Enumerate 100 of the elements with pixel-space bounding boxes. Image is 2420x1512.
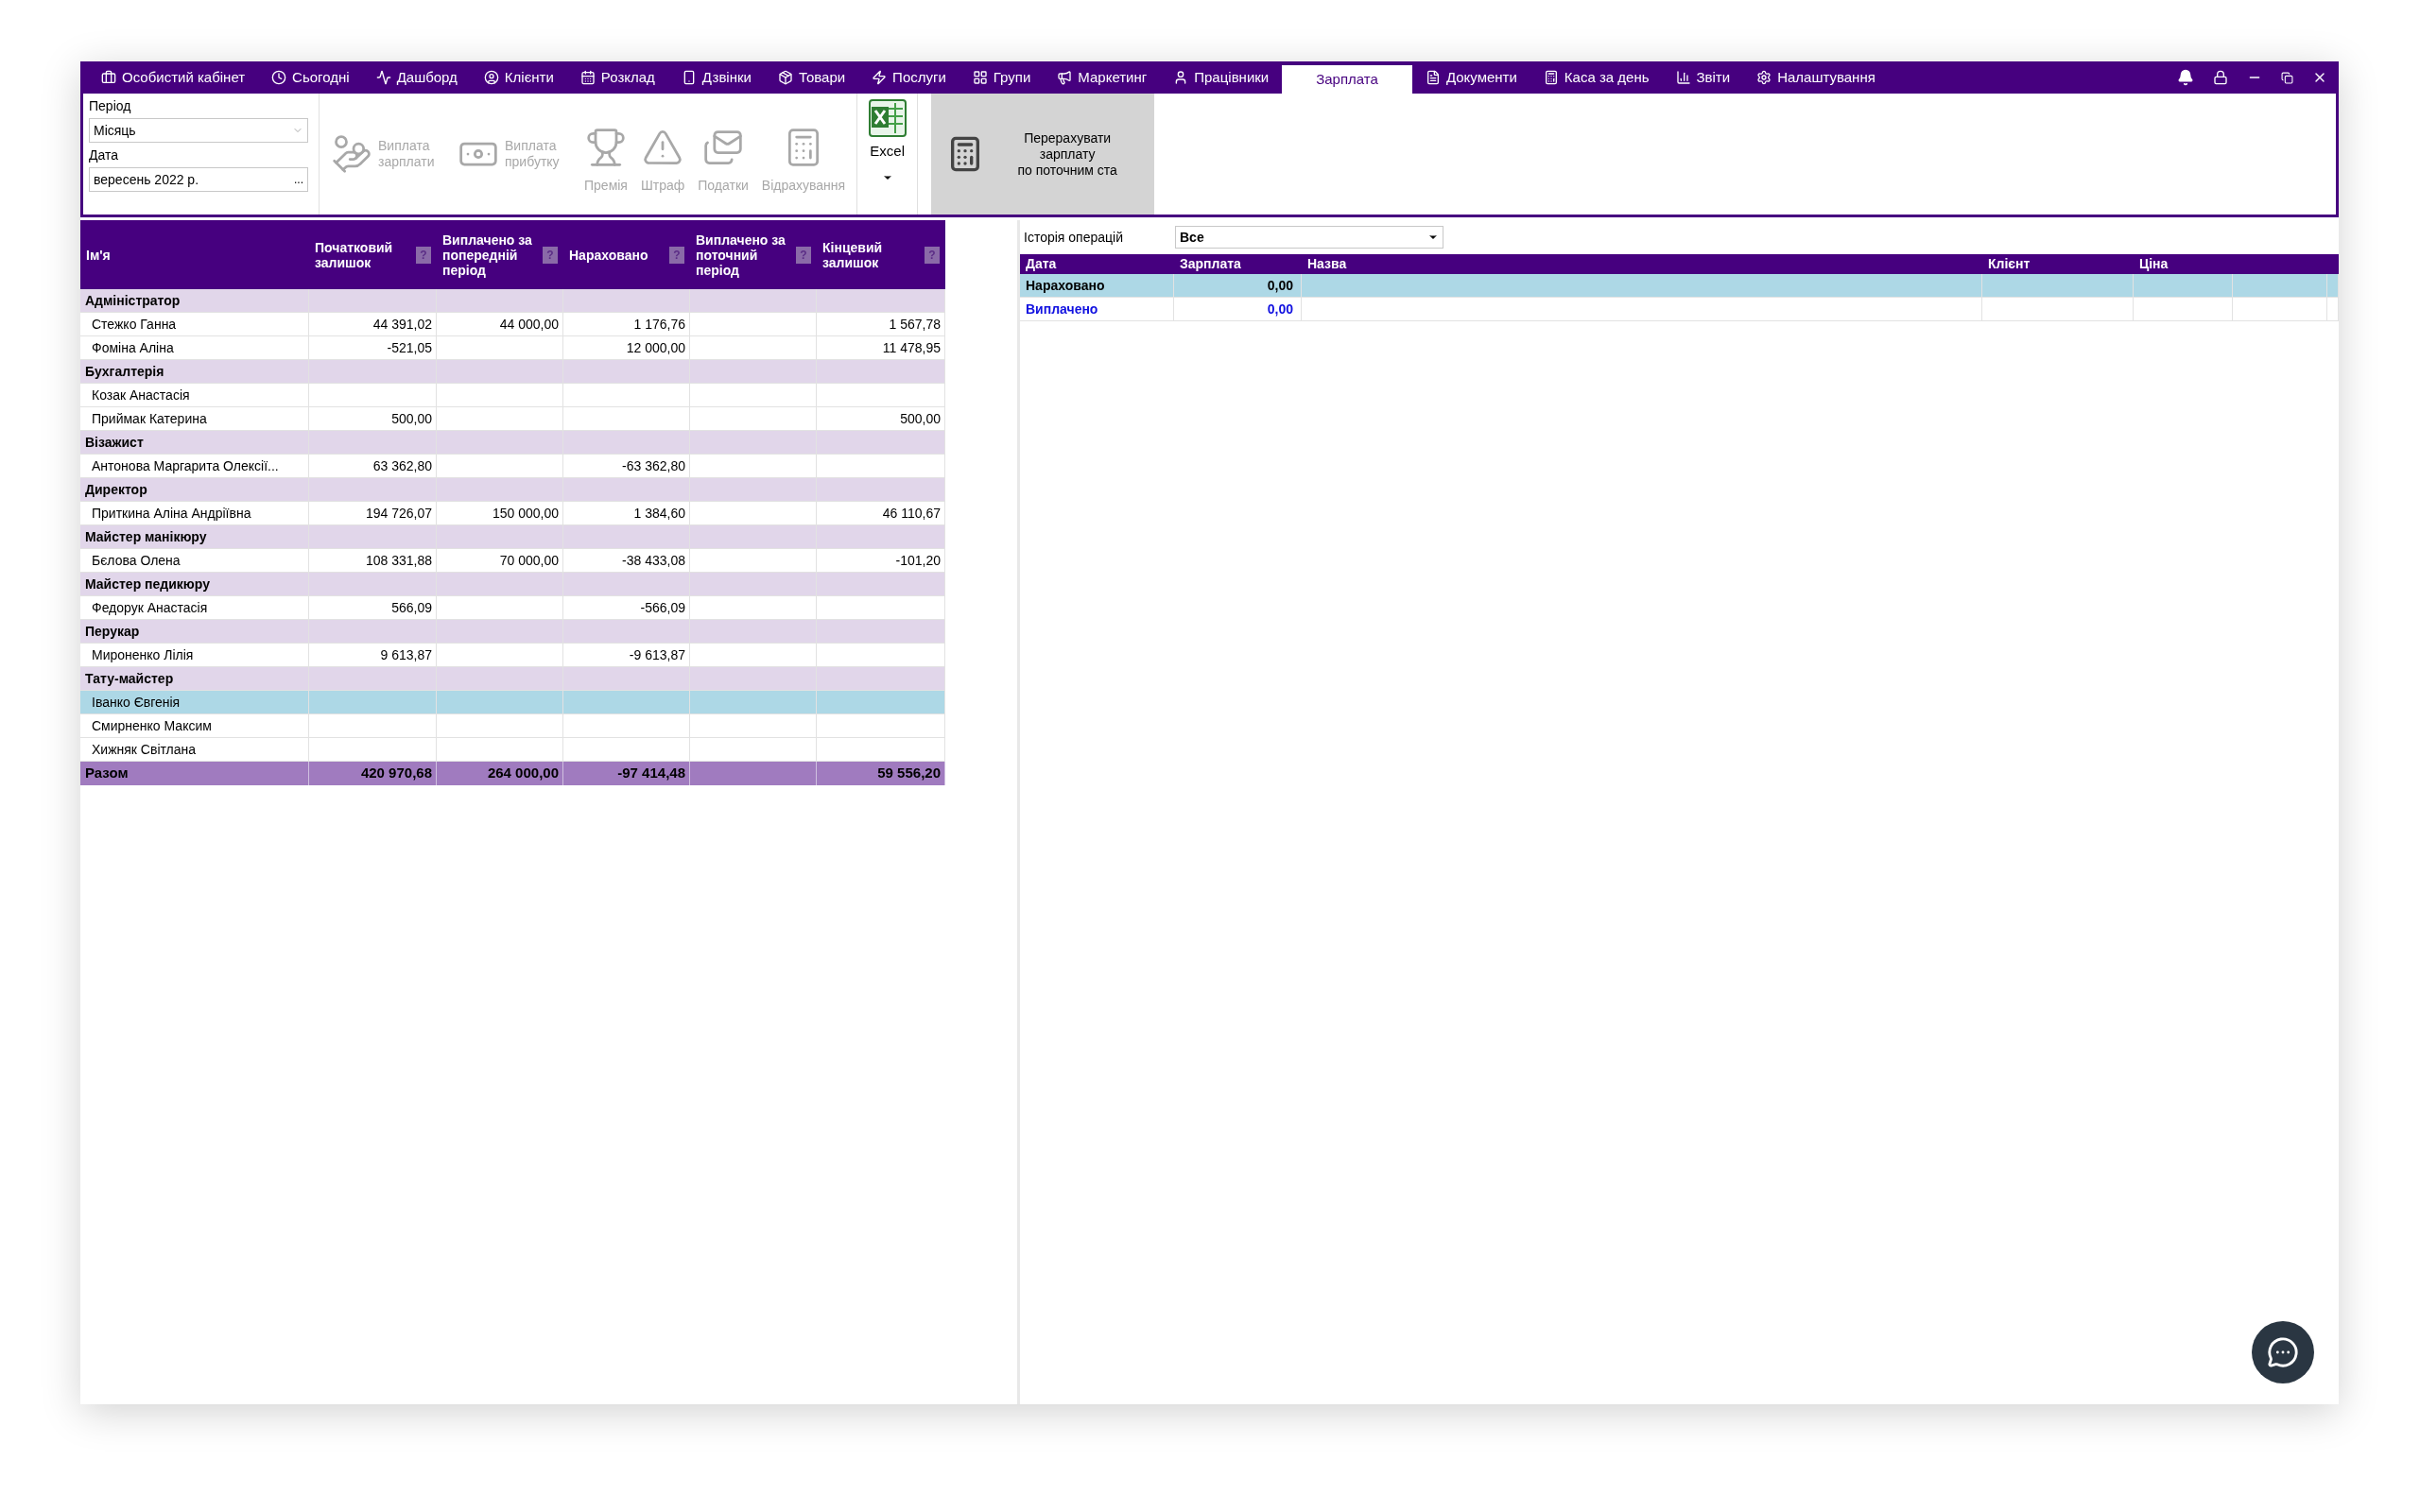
employee-row[interactable]: Фоміна Аліна -521,05 12 000,00 11 478,95 bbox=[80, 336, 945, 360]
nav-tab[interactable]: Звіти bbox=[1662, 61, 1744, 94]
employee-row[interactable]: Бєлова Олена 108 331,88 70 000,00 -38 433,08 -101,20 bbox=[80, 549, 945, 573]
amount-cell-text: 150 000,00 bbox=[492, 504, 559, 523]
amount-cell-text: -9 613,87 bbox=[629, 645, 685, 664]
employee-row[interactable]: Козак Анастасія bbox=[80, 384, 945, 407]
group-row[interactable]: Тату-майстер bbox=[80, 667, 945, 691]
employee-row[interactable]: Смирненко Максим bbox=[80, 714, 945, 738]
date-field[interactable]: вересень 2022 р. ... bbox=[89, 167, 308, 192]
employee-name: Фоміна Аліна bbox=[92, 338, 174, 357]
calendar-icon bbox=[579, 70, 596, 85]
group-row[interactable]: Директор bbox=[80, 478, 945, 502]
column-header: Нараховано bbox=[569, 247, 649, 263]
amount-cell-text: 11 478,95 bbox=[882, 338, 941, 357]
employee-row[interactable]: Стежко Ганна 44 391,02 44 000,00 1 176,76 1 567,78 bbox=[80, 313, 945, 336]
period-label: Період bbox=[89, 97, 132, 115]
nav-tab[interactable]: Розклад bbox=[566, 61, 668, 94]
column-header: Зарплата bbox=[1180, 255, 1241, 273]
group-name: Директор bbox=[85, 480, 147, 499]
nav-tab[interactable]: Сьогодні bbox=[258, 61, 363, 94]
amount-cell-text: -566,09 bbox=[640, 598, 685, 617]
column-header: Назва bbox=[1307, 255, 1347, 273]
amount-cell-text: 9 613,87 bbox=[380, 645, 432, 664]
column-header: Ціна bbox=[2139, 255, 2169, 273]
employee-name: Федорук Анастасія bbox=[92, 598, 208, 617]
amount-cell-text: 46 110,67 bbox=[882, 504, 941, 523]
history-row[interactable]: Нараховано 0,00 bbox=[1020, 274, 2339, 298]
operation-label: Виплачено bbox=[1026, 300, 1098, 318]
lock-icon[interactable] bbox=[2213, 70, 2228, 85]
employee-name: Стежко Ганна bbox=[92, 315, 177, 334]
group-row[interactable]: Адміністратор bbox=[80, 289, 945, 313]
group-name: Адміністратор bbox=[85, 291, 181, 310]
group-row[interactable]: Візажист bbox=[80, 431, 945, 455]
briefcase-icon bbox=[101, 70, 116, 85]
history-label: Історія операцій bbox=[1024, 228, 1124, 247]
column-header: Виплачено за поточний період bbox=[696, 232, 786, 278]
employee-row[interactable]: Антонова Маргарита Олексії... 63 362,80 -63 362,80 bbox=[80, 455, 945, 478]
group-name: Візажист bbox=[85, 433, 144, 452]
amount-cell-text: 1 567,78 bbox=[889, 315, 941, 334]
group-name: Бухгалтерія bbox=[85, 362, 164, 381]
total-amount: 264 000,00 bbox=[487, 764, 559, 783]
period-select[interactable]: Місяць bbox=[89, 118, 308, 143]
nav-tab[interactable]: Налаштування bbox=[1743, 61, 1889, 94]
employee-row[interactable]: Приткина Аліна Андріївна 194 726,07 150 000,00 1 384,60 46 110,67 bbox=[80, 502, 945, 525]
group-row[interactable]: Майстер манікюру bbox=[80, 525, 945, 549]
nav-tab[interactable]: Дзвінки bbox=[667, 61, 765, 94]
group-row[interactable]: Бухгалтерія bbox=[80, 360, 945, 384]
nav-tab[interactable]: Каса за день bbox=[1530, 61, 1663, 94]
restore-icon[interactable] bbox=[2281, 71, 2293, 84]
employee-name: Приткина Аліна Андріївна bbox=[92, 504, 251, 523]
nav-tab[interactable]: Зарплата bbox=[1282, 65, 1412, 94]
employee-row[interactable]: Мироненко Лілія 9 613,87 -9 613,87 bbox=[80, 644, 945, 667]
amount-cell-text: 0,00 bbox=[1267, 300, 1293, 318]
clock-icon bbox=[271, 70, 287, 85]
amount-cell-text: -63 362,80 bbox=[622, 456, 685, 475]
trophy-icon bbox=[584, 126, 627, 168]
history-filter-select[interactable]: Все bbox=[1175, 226, 1443, 249]
excel-button[interactable]: Excel bbox=[857, 94, 919, 215]
amount-cell-text: 44 391,02 bbox=[372, 315, 432, 334]
operation-label: Нараховано bbox=[1026, 276, 1105, 295]
nav-tab[interactable]: Особистий кабінет bbox=[88, 61, 259, 94]
amount-cell-text: 194 726,07 bbox=[365, 504, 432, 523]
employee-row[interactable]: Федорук Анастасія 566,09 -566,09 bbox=[80, 596, 945, 620]
total-amount: -97 414,48 bbox=[617, 764, 685, 783]
group-row[interactable]: Перукар bbox=[80, 620, 945, 644]
employee-row[interactable]: Іванко Євгенія bbox=[80, 691, 945, 714]
group-name: Перукар bbox=[85, 622, 140, 641]
group-name: Майстер педикюру bbox=[85, 575, 210, 593]
nav-tab[interactable]: Дашборд bbox=[362, 61, 471, 94]
amount-cell-text: 500,00 bbox=[900, 409, 941, 428]
user-circle-icon bbox=[483, 70, 499, 85]
total-amount: 420 970,68 bbox=[360, 764, 432, 783]
nav-tab[interactable]: Клієнти bbox=[470, 61, 567, 94]
amount-cell-text: -38 433,08 bbox=[622, 551, 685, 570]
box-icon bbox=[777, 70, 793, 85]
amount-cell-text: 566,09 bbox=[391, 598, 432, 617]
nav-tab[interactable]: Товари bbox=[764, 61, 859, 94]
amount-cell-text: 500,00 bbox=[391, 409, 432, 428]
bell-icon[interactable] bbox=[2177, 69, 2194, 86]
group-row[interactable]: Майстер педикюру bbox=[80, 573, 945, 596]
nav-tab[interactable]: Працівники bbox=[1160, 61, 1283, 94]
employee-name: Іванко Євгенія bbox=[92, 693, 181, 712]
nav-tab[interactable]: Послуги bbox=[858, 61, 959, 94]
amount-cell-text: 1 176,76 bbox=[633, 315, 685, 334]
employee-row[interactable]: Хижняк Світлана bbox=[80, 738, 945, 762]
employee-row[interactable]: Приймак Катерина 500,00 500,00 bbox=[80, 407, 945, 431]
nav-tab[interactable]: Групи bbox=[959, 61, 1045, 94]
column-header: Клієнт bbox=[1988, 255, 2031, 273]
nav-tab[interactable]: Маркетинг bbox=[1044, 61, 1161, 94]
amount-cell-text: 1 384,60 bbox=[633, 504, 685, 523]
amount-cell-text: 12 000,00 bbox=[626, 338, 685, 357]
employee-name: Приймак Катерина bbox=[92, 409, 207, 428]
employee-name: Мироненко Лілія bbox=[92, 645, 194, 664]
total-label: Разом bbox=[85, 764, 129, 783]
amount-cell-text: 108 331,88 bbox=[365, 551, 432, 570]
column-header: Початковий залишок bbox=[315, 239, 394, 270]
history-row[interactable]: Виплачено 0,00 bbox=[1020, 298, 2339, 321]
amount-cell-text: -521,05 bbox=[387, 338, 432, 357]
recalculate-button[interactable]: Перерахувати зарплату по поточним ста bbox=[931, 94, 1155, 215]
nav-tab[interactable]: Документи bbox=[1411, 61, 1530, 94]
